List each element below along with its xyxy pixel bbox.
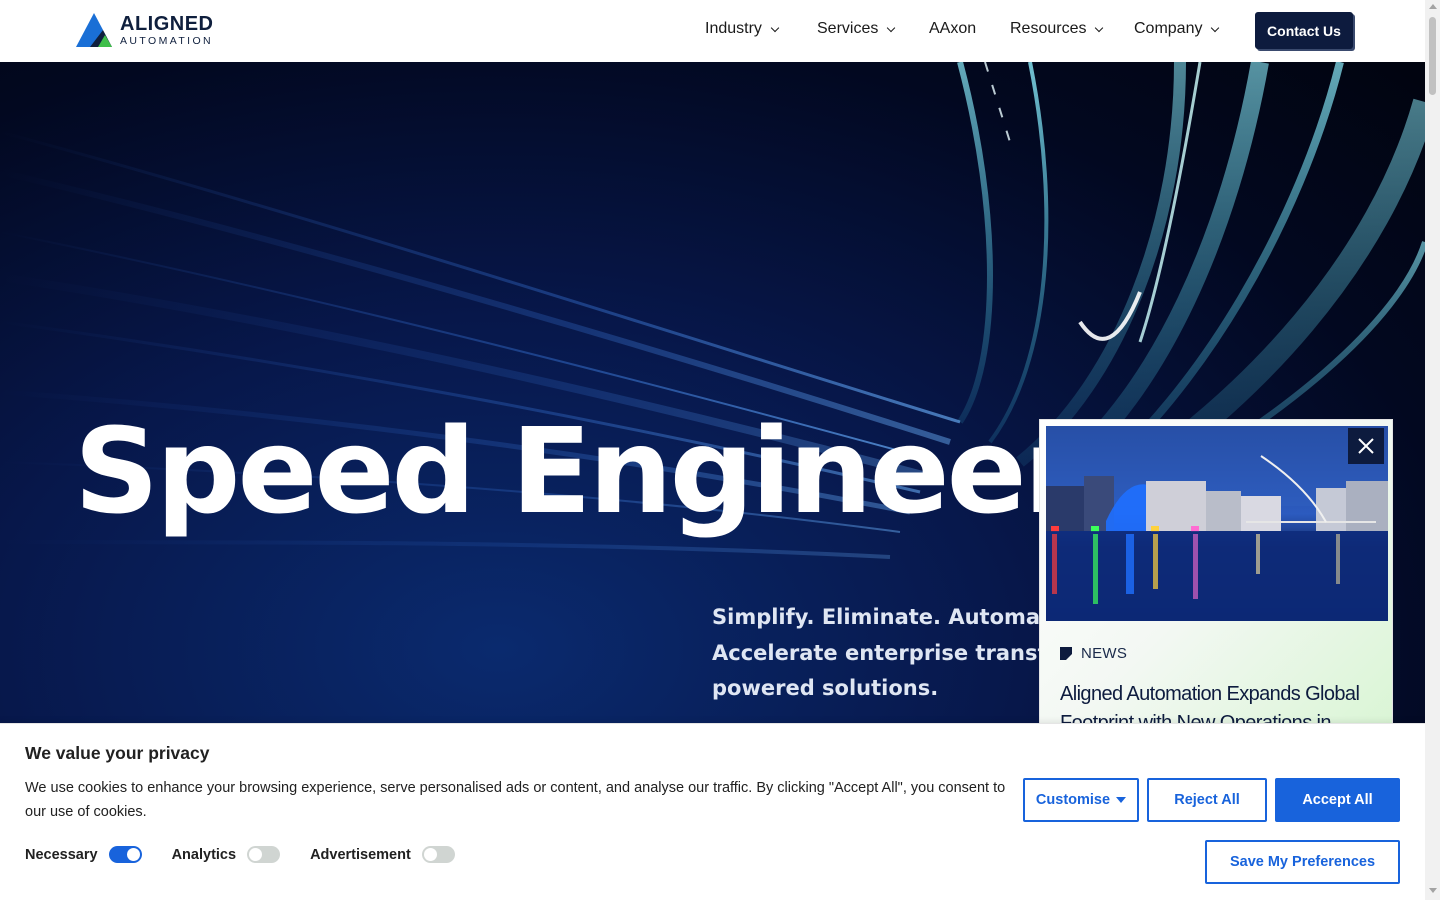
necessary-switch[interactable] [108,846,142,863]
nav-item-industry[interactable]: Industry [705,20,780,38]
nav-item-aaxon[interactable]: AAxon [929,20,976,38]
news-popup[interactable]: NEWS Aligned Automation Expands Global F… [1039,419,1393,739]
toggle-label: Analytics [171,846,237,863]
accept-all-button[interactable]: Accept All [1275,778,1400,822]
main-nav: Industry Services AAxon Resources Compan… [0,0,1425,62]
nav-item-company[interactable]: Company [1134,20,1220,38]
toggle-analytics: Analytics [171,846,281,863]
chevron-down-icon [1211,23,1220,32]
nav-item-services[interactable]: Services [817,20,896,38]
news-tag-label: NEWS [1081,645,1128,662]
tag-icon [1060,647,1072,660]
hero-subtitle: Simplify. Eliminate. Automate. Accelerat… [712,600,1093,707]
contact-us-button[interactable]: Contact Us [1255,12,1353,49]
scroll-up-icon[interactable] [1429,4,1437,9]
nav-item-label: Resources [1010,20,1087,37]
chevron-down-icon [770,23,780,32]
chevron-down-icon [1095,23,1104,32]
toggle-label: Advertisement [310,846,411,863]
close-button[interactable] [1348,428,1384,464]
page-scrollbar[interactable] [1425,0,1440,900]
news-tag: NEWS [1060,645,1127,662]
hero-subtitle-line: Accelerate enterprise transform [712,640,1094,665]
scroll-down-icon[interactable] [1429,888,1437,893]
hero-subtitle-line: powered solutions. [712,676,939,700]
hero-subtitle-line: Simplify. Eliminate. Automate. [712,605,1073,629]
advertisement-switch[interactable] [421,846,455,863]
chevron-down-icon [887,23,896,32]
customise-label: Customise [1035,792,1111,808]
nav-item-label: Industry [705,20,762,37]
cookie-title: We value your privacy [25,743,210,763]
news-image [1046,426,1388,621]
close-icon [1358,438,1374,454]
caret-down-icon [1116,797,1127,803]
scroll-thumb[interactable] [1429,17,1436,95]
save-preferences-button[interactable]: Save My Preferences [1205,840,1400,884]
city-night-image [1046,426,1388,621]
customise-button[interactable]: Customise [1023,778,1139,822]
nav-item-resources[interactable]: Resources [1010,20,1104,38]
toggle-label: Necessary [25,846,98,863]
toggle-necessary: Necessary [25,846,142,863]
toggle-advertisement: Advertisement [310,846,455,863]
reject-all-button[interactable]: Reject All [1147,778,1267,822]
cookie-description: We use cookies to enhance your browsing … [25,780,1006,820]
nav-item-label: Company [1134,20,1203,37]
nav-item-label: AAxon [929,20,977,37]
cookie-toggles: Necessary Analytics Advertisement [25,846,485,863]
analytics-switch[interactable] [247,846,281,863]
site-header: ALIGNED AUTOMATION Industry Services AAx… [0,0,1425,62]
nav-item-label: Services [817,20,879,37]
cookie-banner: We value your privacy We use cookies to … [0,723,1425,900]
